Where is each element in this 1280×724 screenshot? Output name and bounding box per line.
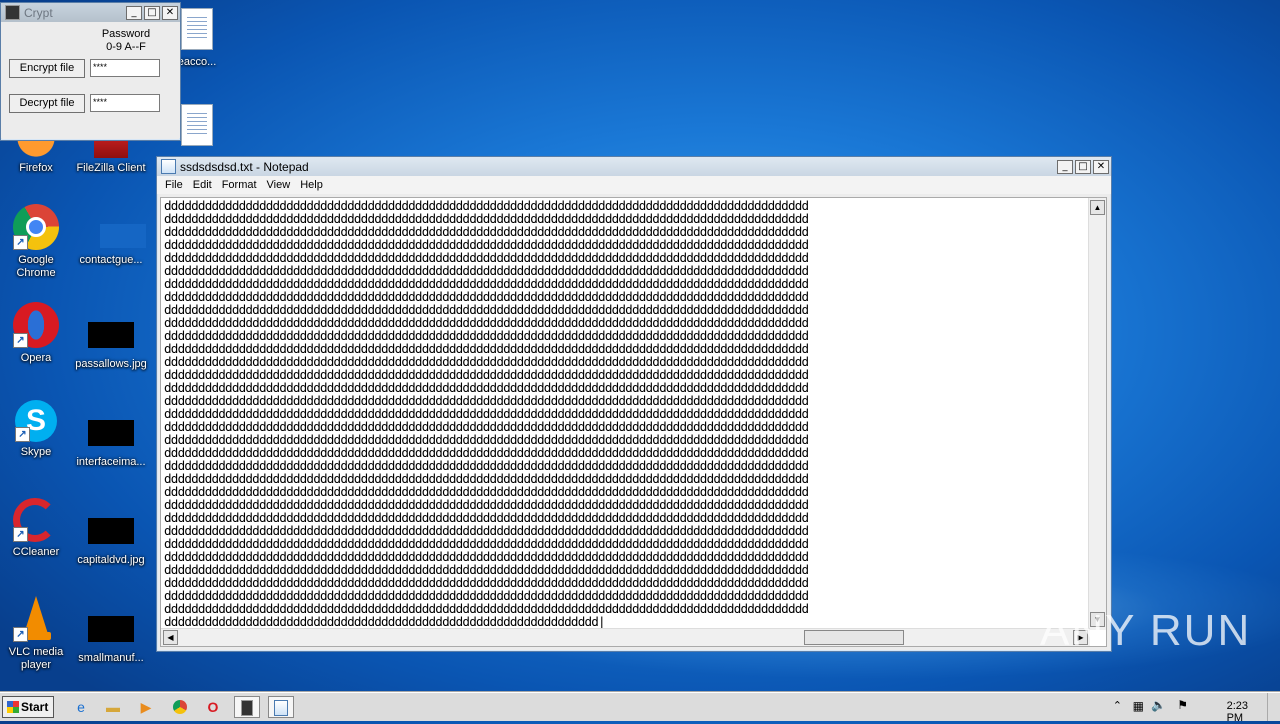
desktop-icon-label: FileZilla Client <box>76 162 146 174</box>
shortcut-arrow-icon: ↗ <box>13 333 28 348</box>
vertical-scrollbar[interactable]: ▲ ▼ <box>1088 198 1106 630</box>
desktop-icon-label: interfaceima... <box>76 456 146 468</box>
notepad-text-content[interactable]: dddddddddddddddddddddddddddddddddddddddd… <box>164 199 1089 629</box>
desktop-icon-chrome[interactable]: ↗ Google Chrome <box>0 204 72 280</box>
show-desktop-button[interactable] <box>1267 693 1280 721</box>
encrypt-password-input[interactable]: **** <box>90 59 160 77</box>
menu-help[interactable]: Help <box>295 179 328 191</box>
notepad-menubar: File Edit Format View Help <box>157 176 1111 194</box>
crypt-taskbar-button[interactable] <box>234 696 260 718</box>
image-file-icon <box>88 204 146 250</box>
anyrun-watermark: ANY RUN <box>1040 606 1252 655</box>
network-icon[interactable]: ▦ <box>1133 699 1144 713</box>
volume-icon[interactable]: 🔈 <box>1151 698 1166 712</box>
desktop-icon-label: Firefox <box>19 162 53 174</box>
start-button[interactable]: Start <box>2 696 54 718</box>
app-icon <box>5 5 20 20</box>
notepad-taskbar-button[interactable] <box>268 696 294 718</box>
desktop-icon-label: VLC media player <box>8 646 64 671</box>
filezilla-icon <box>94 138 128 158</box>
desktop-icon-vlc[interactable]: ↗ VLC media player <box>0 596 72 672</box>
notepad-icon <box>161 159 176 174</box>
desktop-icon-label: Opera <box>20 352 52 364</box>
desktop-icon-opera[interactable]: ↗ Opera <box>0 302 72 365</box>
desktop-icon-contactgue[interactable]: contactgue... <box>75 204 147 267</box>
media-player-icon[interactable]: ▶ <box>133 696 159 718</box>
shortcut-arrow-icon: ↗ <box>15 427 30 442</box>
crypt-body: Password 0-9 A--F Encrypt file **** Decr… <box>1 22 180 138</box>
desktop-icon-skype[interactable]: S ↗ Skype <box>0 400 72 459</box>
desktop-icon-interfaceima[interactable]: interfaceima... <box>75 400 147 469</box>
encrypt-file-button[interactable]: Encrypt file <box>9 59 85 78</box>
image-file-icon <box>88 420 134 446</box>
shortcut-arrow-icon: ↗ <box>13 527 28 542</box>
menu-file[interactable]: File <box>160 179 188 191</box>
menu-format[interactable]: Format <box>217 179 262 191</box>
document-icon <box>181 8 213 50</box>
action-center-flag-icon[interactable]: ⚑ <box>1177 698 1188 712</box>
desktop-icon-label: passallows.jpg <box>75 358 147 370</box>
opera-taskbar-icon[interactable]: O <box>200 696 226 718</box>
decrypt-password-input[interactable]: **** <box>90 94 160 112</box>
desktop-icon-label: capitaldvd.jpg <box>77 554 145 566</box>
decrypt-file-button[interactable]: Decrypt file <box>9 94 85 113</box>
taskbar: Start e ▬ ▶ O ⌃ ▦ 🔈 ⚑ 2:23 PM <box>0 692 1280 724</box>
maximize-button[interactable]: □ <box>144 5 160 20</box>
crypt-window[interactable]: Crypt _ □ ✕ Password 0-9 A--F Encrypt fi… <box>0 2 181 141</box>
menu-view[interactable]: View <box>262 179 296 191</box>
maximize-button[interactable]: □ <box>1075 159 1091 174</box>
crypt-titlebar[interactable]: Crypt _ □ ✕ <box>1 3 180 22</box>
desktop-icon-smallmanuf[interactable]: smallmanuf... <box>75 596 147 665</box>
firefox-icon <box>13 138 59 158</box>
scroll-up-arrow-icon[interactable]: ▲ <box>1090 200 1105 215</box>
ccleaner-icon: ↗ <box>13 498 57 542</box>
explorer-folder-icon[interactable]: ▬ <box>100 696 126 718</box>
desktop-icon-label: contactgue... <box>79 254 143 266</box>
minimize-button[interactable]: _ <box>126 5 142 20</box>
password-label-block: Password 0-9 A--F <box>101 28 151 54</box>
taskbar-clock[interactable]: 2:23 PM <box>1227 700 1248 724</box>
desktop-icon-filezilla[interactable]: FileZilla Client <box>75 138 147 175</box>
image-file-icon <box>88 322 134 348</box>
windows-flag-icon <box>7 701 19 713</box>
skype-icon: S ↗ <box>15 400 57 442</box>
start-label: Start <box>21 700 49 714</box>
vlc-cone-icon: ↗ <box>13 596 59 642</box>
scroll-left-arrow-icon[interactable]: ◀ <box>163 630 178 645</box>
notepad-text-area[interactable]: dddddddddddddddddddddddddddddddddddddddd… <box>160 197 1107 647</box>
close-button[interactable]: ✕ <box>1093 159 1109 174</box>
desktop-icon-passallows[interactable]: passallows.jpg <box>75 302 147 371</box>
shortcut-arrow-icon: ↗ <box>13 627 28 642</box>
chrome-taskbar-icon[interactable] <box>167 696 193 718</box>
desktop-icon-label: Google Chrome <box>16 254 56 279</box>
desktop-icon-label: smallmanuf... <box>78 652 144 664</box>
image-file-icon <box>88 616 134 642</box>
chrome-icon: ↗ <box>13 204 59 250</box>
desktop-icon-label: CCleaner <box>12 546 60 558</box>
horizontal-scrollbar[interactable]: ◀ ▶ <box>161 628 1090 646</box>
horizontal-scroll-thumb[interactable] <box>804 630 904 645</box>
document-icon <box>181 104 213 146</box>
notepad-window[interactable]: ssdsdsdsd.txt - Notepad _ □ ✕ File Edit … <box>156 156 1112 652</box>
ie-icon[interactable]: e <box>68 696 94 718</box>
desktop-icon-firefox[interactable]: Firefox <box>0 138 72 175</box>
close-button[interactable]: ✕ <box>162 5 178 20</box>
image-file-icon <box>88 518 134 544</box>
password-label: Password <box>101 28 151 40</box>
desktop-icon-capitaldvd[interactable]: capitaldvd.jpg <box>75 498 147 567</box>
desktop-icon-label: Skype <box>20 446 52 458</box>
desktop-icon-ccleaner[interactable]: ↗ CCleaner <box>0 498 72 559</box>
minimize-button[interactable]: _ <box>1057 159 1073 174</box>
notepad-titlebar[interactable]: ssdsdsdsd.txt - Notepad _ □ ✕ <box>157 157 1111 176</box>
password-hint: 0-9 A--F <box>106 41 146 53</box>
shortcut-arrow-icon: ↗ <box>13 235 28 250</box>
crypt-title: Crypt <box>24 5 53 20</box>
notepad-title: ssdsdsdsd.txt - Notepad <box>180 159 309 174</box>
opera-icon: ↗ <box>13 302 59 348</box>
menu-edit[interactable]: Edit <box>188 179 217 191</box>
show-hidden-icons-chevron-icon[interactable]: ⌃ <box>1113 699 1122 712</box>
